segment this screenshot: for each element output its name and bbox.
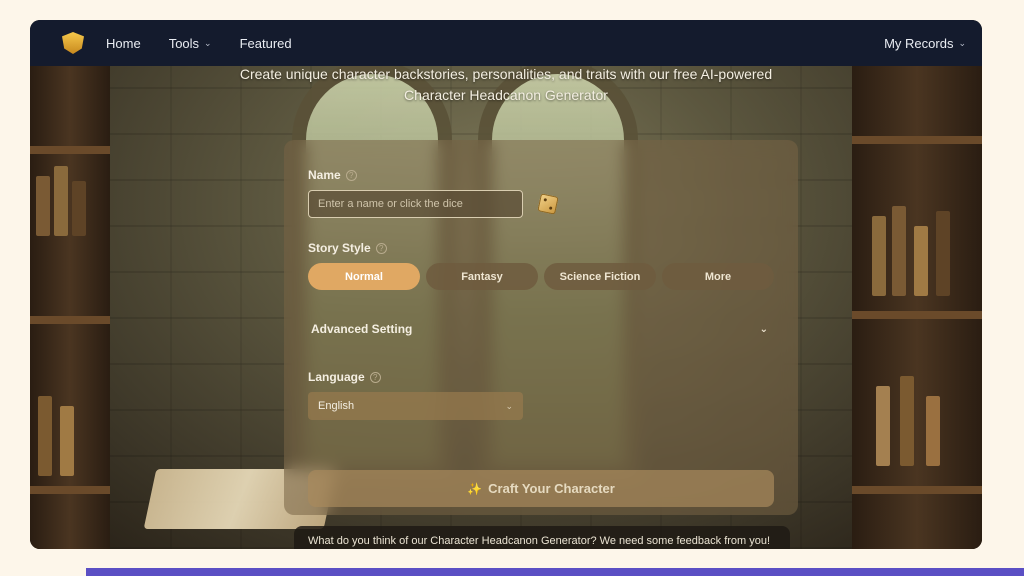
shield-logo-icon[interactable]	[62, 32, 84, 54]
bookshelf-right	[852, 66, 982, 549]
help-circle-icon[interactable]: ?	[345, 169, 357, 181]
name-label: Name ?	[308, 168, 357, 182]
nav-my-records[interactable]: My Records ⌄	[884, 36, 966, 51]
story-style-label: Story Style ?	[308, 241, 387, 255]
sparkle-icon: ✨	[467, 481, 483, 496]
bottom-bar	[86, 568, 1024, 576]
dice-icon[interactable]	[537, 193, 559, 215]
help-circle-icon[interactable]: ?	[369, 371, 381, 383]
generator-form: Name ? Story Style ? Normal Fantasy Scie…	[284, 140, 798, 515]
nav-tools[interactable]: Tools ⌄	[169, 36, 212, 51]
craft-character-button[interactable]: ✨ Craft Your Character	[308, 470, 774, 507]
chevron-down-icon: ⌄	[505, 400, 513, 411]
app-window: Home Tools ⌄ Featured My Records ⌄ Create …	[30, 20, 982, 549]
language-label: Language ?	[308, 370, 381, 384]
chevron-down-icon: ⌄	[204, 37, 212, 48]
language-select[interactable]: English ⌄	[308, 392, 523, 420]
bookshelf-left	[30, 66, 110, 549]
style-more-button[interactable]: More	[662, 263, 774, 290]
navbar: Home Tools ⌄ Featured My Records ⌄	[30, 20, 982, 66]
chevron-down-icon: ⌄	[958, 37, 966, 48]
chevron-down-icon: ⌄	[759, 323, 768, 335]
nav-featured[interactable]: Featured	[240, 36, 292, 51]
help-circle-icon[interactable]: ?	[375, 242, 387, 254]
page-tagline: Create unique character backstories, per…	[239, 66, 773, 103]
advanced-setting-toggle[interactable]: Advanced Setting ⌄	[308, 316, 774, 342]
style-fantasy-button[interactable]: Fantasy	[426, 263, 538, 290]
style-science-fiction-button[interactable]: Science Fiction	[544, 263, 656, 290]
style-normal-button[interactable]: Normal	[308, 263, 420, 290]
name-input[interactable]	[308, 190, 523, 218]
feedback-banner[interactable]: What do you think of our Character Headc…	[294, 526, 790, 549]
nav-home[interactable]: Home	[106, 36, 141, 51]
